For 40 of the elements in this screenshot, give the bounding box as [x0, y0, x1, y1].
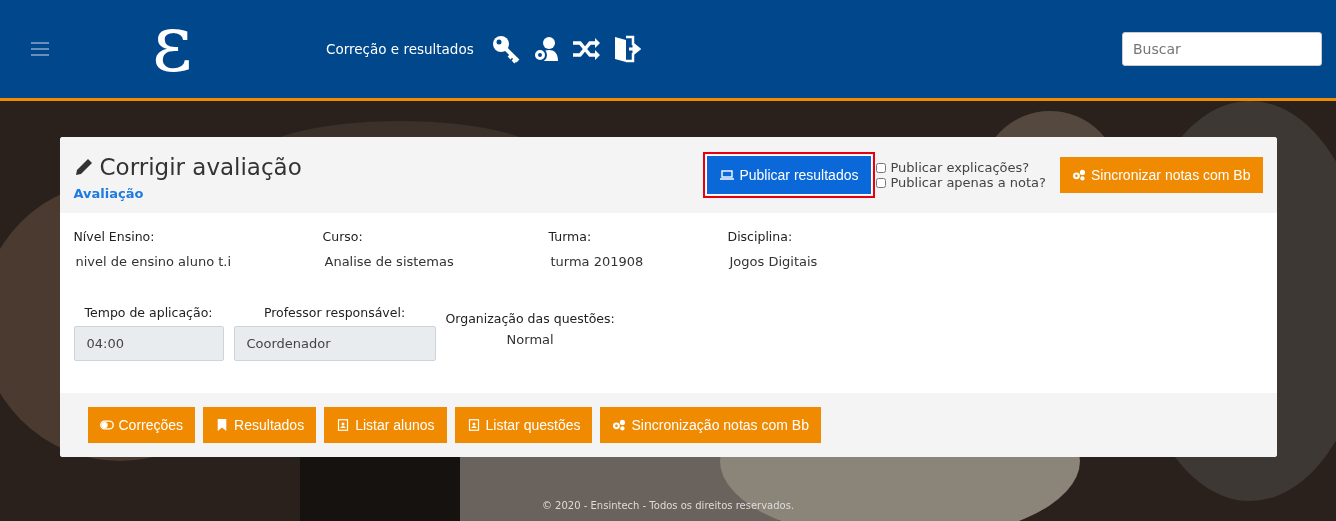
pencil-icon — [73, 156, 94, 177]
checkbox[interactable] — [876, 162, 887, 173]
info-value: Jogos Digitais — [727, 254, 818, 269]
laptop-icon — [720, 169, 735, 181]
info-label: Disciplina: — [727, 229, 794, 244]
logo: ε — [152, 5, 194, 83]
publish-button[interactable]: Publicar resultados — [706, 155, 873, 195]
info-value: Analise de sistemas — [323, 254, 455, 269]
card-title: Corrigir avaliação — [99, 153, 302, 180]
info-label: Curso: — [322, 229, 364, 244]
footer-text: © 2020 - Ensintech - Todos os direitos reservados. — [541, 500, 795, 511]
action-button[interactable]: Listar alunos — [324, 407, 447, 443]
checkbox-label: Publicar apenas a nota? — [890, 175, 1046, 190]
field-label: Tempo de aplicação: — [84, 305, 213, 320]
action-button[interactable]: Sincronização notas com Bb — [600, 407, 821, 443]
info-label: Nível Ensino: — [73, 229, 156, 244]
checkbox-label: Publicar explicações? — [890, 160, 1030, 175]
input-field[interactable]: 04:00 — [73, 326, 224, 361]
action-button[interactable]: Correções — [87, 407, 196, 443]
action-button[interactable]: Listar questões — [454, 407, 593, 443]
input-field[interactable]: Coordenador — [233, 326, 436, 361]
info-label: Turma: — [548, 229, 593, 244]
field-value: Normal — [506, 332, 554, 347]
field-label: Professor responsável: — [263, 305, 406, 320]
menu-icon[interactable] — [31, 42, 49, 56]
search-field[interactable]: Buscar — [1122, 32, 1322, 66]
contact-card-icon — [336, 419, 351, 431]
checkbox[interactable] — [876, 177, 887, 188]
gears-icon — [1071, 169, 1086, 181]
action-button[interactable]: Resultados — [203, 407, 317, 443]
contact-card-icon — [466, 419, 481, 431]
info-value: turma 201908 — [549, 254, 645, 269]
field-label: Organização das questões: — [445, 311, 615, 326]
key-icon[interactable] — [490, 34, 521, 64]
nav-title: Correção e resultados — [326, 41, 474, 57]
sync-button[interactable]: Sincronizar notas com Bb — [1059, 157, 1263, 193]
gears-icon — [612, 419, 627, 431]
info-value: nivel de ensino aluno t.i — [74, 254, 233, 269]
toggle-icon — [99, 419, 114, 431]
subtitle-link[interactable]: Avaliação — [73, 185, 302, 201]
